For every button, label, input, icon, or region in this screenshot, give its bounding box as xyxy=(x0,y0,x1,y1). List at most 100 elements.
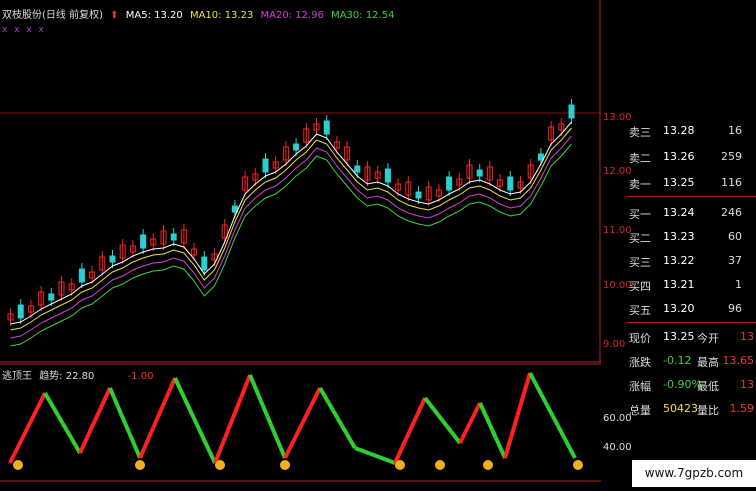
indicator-segment xyxy=(81,435,90,446)
indicator-segment xyxy=(69,436,78,447)
indicator-segment xyxy=(503,446,511,459)
sell-row[interactable]: 卖二 13.26 259 xyxy=(627,146,756,168)
indicator-segment xyxy=(85,427,94,438)
indicator-segment xyxy=(305,404,314,416)
sell-row[interactable]: 卖一 13.25 116 xyxy=(627,172,756,194)
candle-body xyxy=(17,304,24,319)
indicator-segment xyxy=(226,418,235,431)
indicator-segment xyxy=(478,402,485,411)
sell-row[interactable]: 卖三 13.28 16 xyxy=(627,120,756,142)
indicator-name: 逃顶王 xyxy=(2,371,32,382)
stat-value: 50423 xyxy=(663,402,698,415)
indicator-segment xyxy=(364,449,371,456)
stat-row: 总量 50423 量比 1.59 xyxy=(627,398,756,420)
stat-value: 13.25 xyxy=(663,330,695,343)
candlestick-chart[interactable] xyxy=(0,0,601,363)
indicator-segment xyxy=(108,387,116,398)
stat-value: 1.59 xyxy=(729,402,755,415)
indicator-segment xyxy=(468,417,475,424)
buy-volume: 37 xyxy=(728,254,742,267)
indicator-segment xyxy=(30,409,39,421)
indicator-segment xyxy=(318,386,327,397)
coin-icon xyxy=(395,460,405,470)
indicator-segment xyxy=(374,453,381,460)
indicator-segment xyxy=(340,424,348,435)
indicator-segment xyxy=(151,417,160,429)
indicator-segment xyxy=(12,444,21,456)
indicator-segment xyxy=(164,387,173,399)
indicator-segment xyxy=(270,426,279,439)
ma5-label: MA5: 13.20 xyxy=(125,10,183,21)
indicator-segment xyxy=(528,372,538,385)
sell-volume: 116 xyxy=(721,176,742,189)
buy-row[interactable]: 买二 13.23 60 xyxy=(627,226,756,248)
buy-row[interactable]: 买四 13.21 1 xyxy=(627,274,756,296)
stat-label: 总量 xyxy=(629,404,651,417)
indicator-segment xyxy=(130,439,139,451)
indicator-segment xyxy=(556,425,566,438)
indicator-segment xyxy=(415,405,424,416)
indicator-segment xyxy=(93,411,101,422)
indicator-segment xyxy=(460,432,467,439)
indicator-segment xyxy=(126,430,135,442)
stat-label: 最高 xyxy=(697,356,719,369)
indicator-segment xyxy=(545,403,555,417)
ma30-label: MA30: 12.54 xyxy=(331,10,395,21)
indicator-segment xyxy=(309,395,318,407)
indicator-segment xyxy=(198,430,207,443)
indicator-segment xyxy=(561,435,572,449)
buy-row[interactable]: 买一 13.24 246 xyxy=(627,202,756,224)
indicator-segment xyxy=(473,407,480,414)
indicator-segment xyxy=(146,427,155,439)
indicator-segment xyxy=(506,436,514,448)
stat-label: 最低 xyxy=(697,380,719,393)
indicator-segment xyxy=(515,404,523,417)
indicator-segment xyxy=(470,412,477,419)
stat-label: 今开 xyxy=(697,332,719,345)
buy-label: 买二 xyxy=(629,232,651,245)
indicator-segment xyxy=(65,429,73,440)
indicator-segment xyxy=(359,448,366,454)
stat-label: 现价 xyxy=(629,332,651,345)
price-chart-pane[interactable] xyxy=(0,0,601,363)
sell-price: 13.26 xyxy=(663,150,695,163)
indicator-segment xyxy=(432,408,440,417)
indicator-segment xyxy=(52,406,60,417)
stat-label: 涨幅 xyxy=(629,380,651,393)
buy-price: 13.23 xyxy=(663,230,695,243)
indicator-segment xyxy=(123,422,131,433)
indicator-segment xyxy=(78,444,86,454)
indicator-segment xyxy=(274,436,283,449)
indicator-segment xyxy=(487,422,495,432)
indicator-segment xyxy=(56,414,65,425)
indicator-segment xyxy=(25,418,34,429)
indicator-pane[interactable]: 逃顶王 趋势: 22.80 -1.00 xyxy=(0,363,601,487)
indicator-segment xyxy=(379,455,386,462)
indicator-segment xyxy=(283,448,292,459)
indicator-segment xyxy=(427,402,436,411)
indicator-segment xyxy=(142,437,151,449)
candle-body xyxy=(415,191,422,199)
buy-row[interactable]: 买五 13.20 96 xyxy=(627,298,756,320)
indicator-segment xyxy=(384,457,391,463)
candle-body xyxy=(293,143,300,151)
indicator-segment xyxy=(322,394,331,405)
buy-volume: 246 xyxy=(721,206,742,219)
indicator-segment xyxy=(8,453,17,464)
indicator-segment xyxy=(518,393,526,406)
buy-row[interactable]: 买三 13.22 37 xyxy=(627,250,756,272)
buy-price: 13.22 xyxy=(663,254,695,267)
indicator-segment xyxy=(567,446,577,459)
indicator-segment xyxy=(160,397,169,409)
indicator-segment xyxy=(335,416,344,427)
indicator-segment xyxy=(138,447,147,459)
indicator-segment xyxy=(509,425,517,438)
header-mask xyxy=(0,36,428,110)
coin-icon xyxy=(280,460,290,470)
candle-body xyxy=(140,234,147,249)
indicator-segment xyxy=(496,443,504,452)
candle-body xyxy=(170,233,177,241)
indicator-segment xyxy=(404,429,412,440)
indicator-segment xyxy=(217,440,226,453)
quote-panel: 卖三 13.28 16 卖二 13.26 259 卖一 13.25 116 买一… xyxy=(627,0,756,487)
